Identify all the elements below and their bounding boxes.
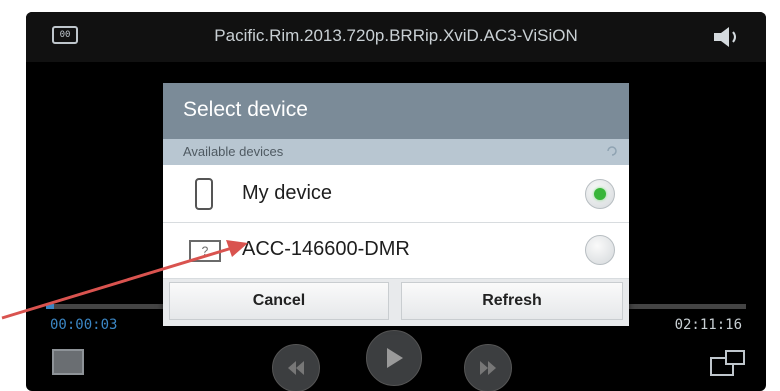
unknown-device-icon: ? [189, 240, 221, 262]
available-devices-header: Available devices [163, 139, 629, 165]
select-device-dialog: Select device Available devices My devic… [163, 83, 629, 326]
seek-bar-fill [46, 304, 55, 309]
video-title: Pacific.Rim.2013.720p.BRRip.XviD.AC3-ViS… [214, 26, 578, 45]
phone-icon [195, 178, 213, 210]
dialog-button-bar: Cancel Refresh [163, 279, 629, 326]
aspect-ratio-icon[interactable] [52, 349, 84, 375]
volume-icon[interactable] [710, 26, 746, 48]
cancel-button[interactable]: Cancel [169, 282, 389, 320]
device-radio-selected[interactable] [585, 179, 615, 209]
dialog-title: Select device [183, 98, 308, 121]
device-radio[interactable] [585, 235, 615, 265]
device-label: My device [242, 182, 333, 204]
popup-player-icon[interactable] [710, 349, 746, 377]
fast-forward-icon [480, 361, 496, 375]
device-label: ACC-146600-DMR [242, 238, 410, 260]
scanning-spinner-icon [607, 146, 617, 156]
refresh-button[interactable]: Refresh [401, 282, 623, 320]
section-label: Available devices [183, 144, 284, 159]
total-time: 02:11:16 [674, 317, 742, 333]
device-row-acc[interactable]: ? ACC-146600-DMR [163, 223, 629, 279]
screenshot: 00 Pacific.Rim.2013.720p.BRRip.XviD.AC3-… [0, 0, 780, 391]
player-top-bar: 00 Pacific.Rim.2013.720p.BRRip.XviD.AC3-… [26, 12, 766, 62]
device-row-my-device[interactable]: My device [163, 167, 629, 223]
play-icon [387, 348, 403, 368]
elapsed-time: 00:00:03 [50, 317, 118, 333]
dialog-header: Select device [163, 83, 629, 139]
rewind-icon [288, 361, 304, 375]
next-button[interactable] [464, 344, 512, 391]
play-button[interactable] [366, 330, 422, 386]
subtitle-icon[interactable]: 00 [52, 26, 78, 44]
previous-button[interactable] [272, 344, 320, 391]
